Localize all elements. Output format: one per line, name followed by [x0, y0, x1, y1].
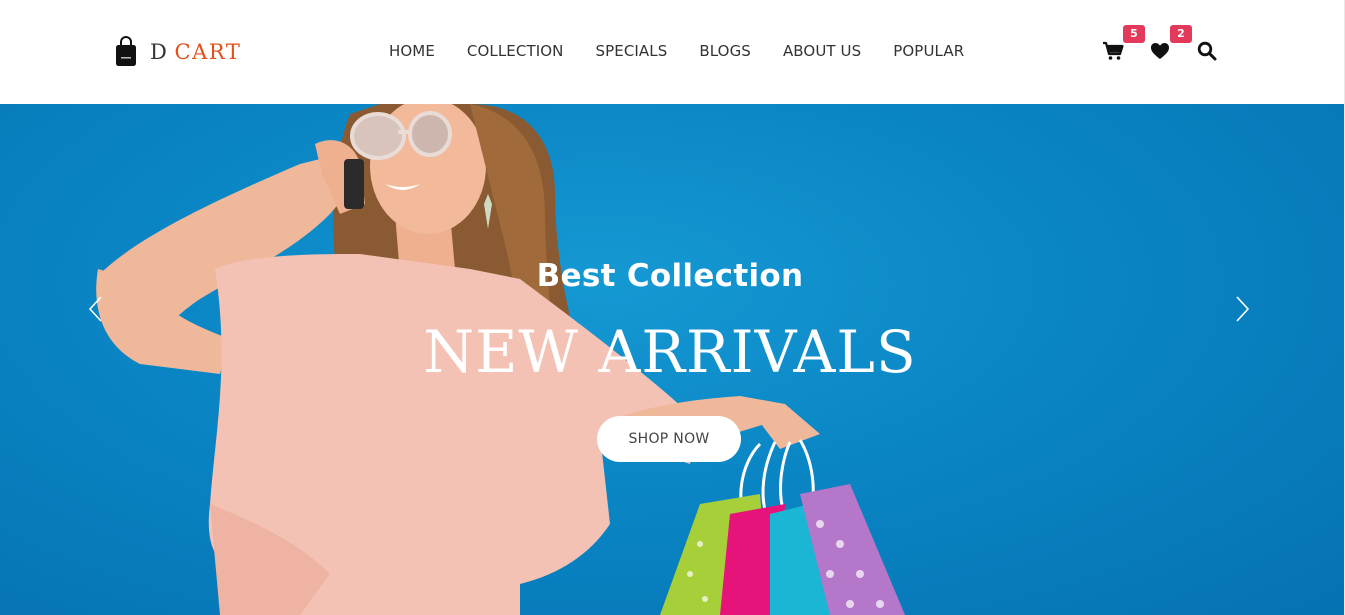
wishlist-button[interactable]	[1149, 40, 1171, 62]
nav-item-home[interactable]: HOME	[389, 42, 435, 60]
chevron-left-icon	[88, 296, 102, 322]
nav-item-collection[interactable]: COLLECTION	[467, 42, 564, 60]
slider-prev-button[interactable]	[86, 294, 106, 324]
cart-button[interactable]	[1102, 40, 1124, 62]
site-header: D CART HOME COLLECTION SPECIALS BLOGS ABO…	[0, 0, 1345, 104]
chevron-right-icon	[1236, 296, 1250, 322]
search-icon	[1197, 41, 1217, 61]
cart-count-badge: 5	[1123, 25, 1145, 43]
brand-logo[interactable]: D CART	[114, 36, 242, 68]
cart-icon	[1103, 41, 1124, 60]
slider-next-button[interactable]	[1232, 294, 1252, 324]
shopping-bag-icon	[116, 36, 136, 66]
heart-icon	[1151, 43, 1169, 59]
hero-title: NEW ARRIVALS	[423, 318, 917, 386]
hero-slider: Best Collection NEW ARRIVALS SHOP NOW	[0, 104, 1345, 615]
nav-item-blogs[interactable]: BLOGS	[699, 42, 751, 60]
hero-subtitle: Best Collection	[536, 258, 804, 294]
main-nav: HOME COLLECTION SPECIALS BLOGS ABOUT US …	[389, 42, 964, 60]
nav-item-popular[interactable]: POPULAR	[893, 42, 964, 60]
brand-name: D CART	[150, 40, 242, 64]
nav-item-specials[interactable]: SPECIALS	[595, 42, 667, 60]
wishlist-count-badge: 2	[1170, 25, 1192, 43]
search-button[interactable]	[1196, 40, 1218, 62]
shop-now-button[interactable]: SHOP NOW	[597, 416, 741, 462]
nav-item-about-us[interactable]: ABOUT US	[783, 42, 861, 60]
